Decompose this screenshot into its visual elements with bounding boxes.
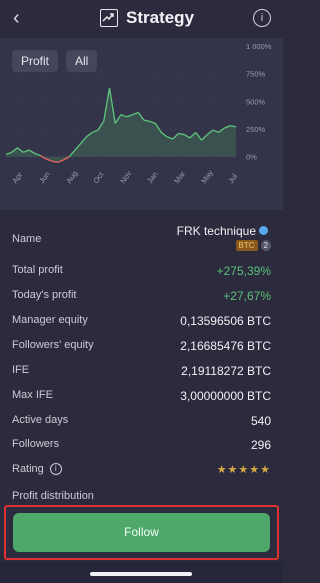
chevron-left-icon[interactable]: ‹ — [13, 7, 20, 30]
rating-label: Rating — [12, 463, 44, 475]
row-max-ife: Max IFE 3,00000000 BTC — [0, 389, 283, 409]
rating-info-icon[interactable]: i — [49, 463, 62, 475]
currency-badge: BTC — [235, 240, 258, 251]
filter-all-button[interactable]: All — [66, 50, 98, 72]
chart-trend-icon — [100, 9, 118, 27]
profit-distribution-label: Profit distribution — [12, 490, 94, 502]
page-title: Strategy — [126, 8, 195, 27]
y-tick-label: 0% — [246, 153, 257, 162]
manager-equity-label: Manager equity — [12, 314, 88, 326]
x-tick-label: Nov — [118, 169, 133, 185]
name-label: Name — [12, 233, 42, 245]
x-tick-label: Jan — [145, 170, 159, 185]
y-tick-label: 500% — [246, 97, 266, 106]
badges: BTC 2 — [235, 240, 271, 251]
follow-button[interactable]: Follow — [13, 513, 270, 552]
row-manager-equity: Manager equity 0,13596506 BTC — [0, 314, 283, 334]
followers-equity-value: 2,16685476 BTC — [180, 339, 271, 353]
total-profit-label: Total profit — [12, 264, 63, 276]
info-icon[interactable]: i — [253, 9, 271, 27]
series-area — [6, 88, 236, 163]
followers-equity-label: Followers' equity — [12, 339, 94, 351]
max-ife-value: 3,00000000 BTC — [180, 389, 271, 403]
row-followers-equity: Followers' equity 2,16685476 BTC — [0, 339, 283, 359]
x-tick-label: Oct — [91, 170, 106, 185]
ife-label: IFE — [12, 364, 30, 376]
manager-equity-value: 0,13596506 BTC — [180, 314, 271, 328]
row-total-profit: Total profit +275,39% — [0, 264, 283, 284]
title-group: Strategy — [100, 8, 194, 28]
name-value-wrap: FRK technique — [177, 224, 268, 238]
name-value: FRK technique — [176, 224, 256, 238]
y-tick-label: 750% — [246, 70, 266, 79]
active-days-label: Active days — [12, 414, 69, 426]
verified-icon — [259, 226, 268, 235]
top-bar: ‹ Strategy i — [0, 0, 283, 38]
row-name: Name FRK technique BTC 2 — [0, 222, 283, 251]
row-todays-profit: Today's profit +27,67% — [0, 289, 283, 309]
x-tick-label: Mar — [172, 169, 187, 185]
max-ife-label: Max IFE — [12, 389, 53, 401]
x-tick-label: Jun — [37, 170, 51, 185]
row-rating: Rating i ★★★★★ — [0, 463, 283, 483]
total-profit-value: +275,39% — [216, 264, 271, 278]
x-tick-label: May — [199, 168, 215, 185]
todays-profit-label: Today's profit — [12, 289, 77, 301]
filter-profit-button[interactable]: Profit — [12, 50, 59, 72]
x-tick-label: Aug — [64, 169, 79, 185]
y-tick-label: 250% — [246, 125, 266, 134]
active-days-value: 540 — [250, 414, 271, 428]
x-tick-label: Jul — [226, 172, 239, 185]
x-tick-label: Apr — [10, 170, 24, 185]
todays-profit-value: +27,67% — [223, 289, 271, 303]
followers-value: 296 — [250, 438, 271, 452]
followers-label: Followers — [12, 438, 60, 450]
row-active-days: Active days 540 — [0, 414, 283, 434]
home-indicator[interactable] — [90, 572, 192, 576]
follow-highlight: Follow — [4, 505, 279, 560]
row-ife: IFE 2,19118272 BTC — [0, 364, 283, 384]
ife-value: 2,19118272 BTC — [181, 364, 271, 378]
row-followers: Followers 296 — [0, 438, 283, 458]
rating-label-wrap: Rating i — [12, 463, 62, 475]
count-badge: 2 — [260, 240, 271, 251]
y-tick-label: 1 000% — [246, 42, 272, 51]
rating-stars: ★★★★★ — [216, 464, 271, 476]
